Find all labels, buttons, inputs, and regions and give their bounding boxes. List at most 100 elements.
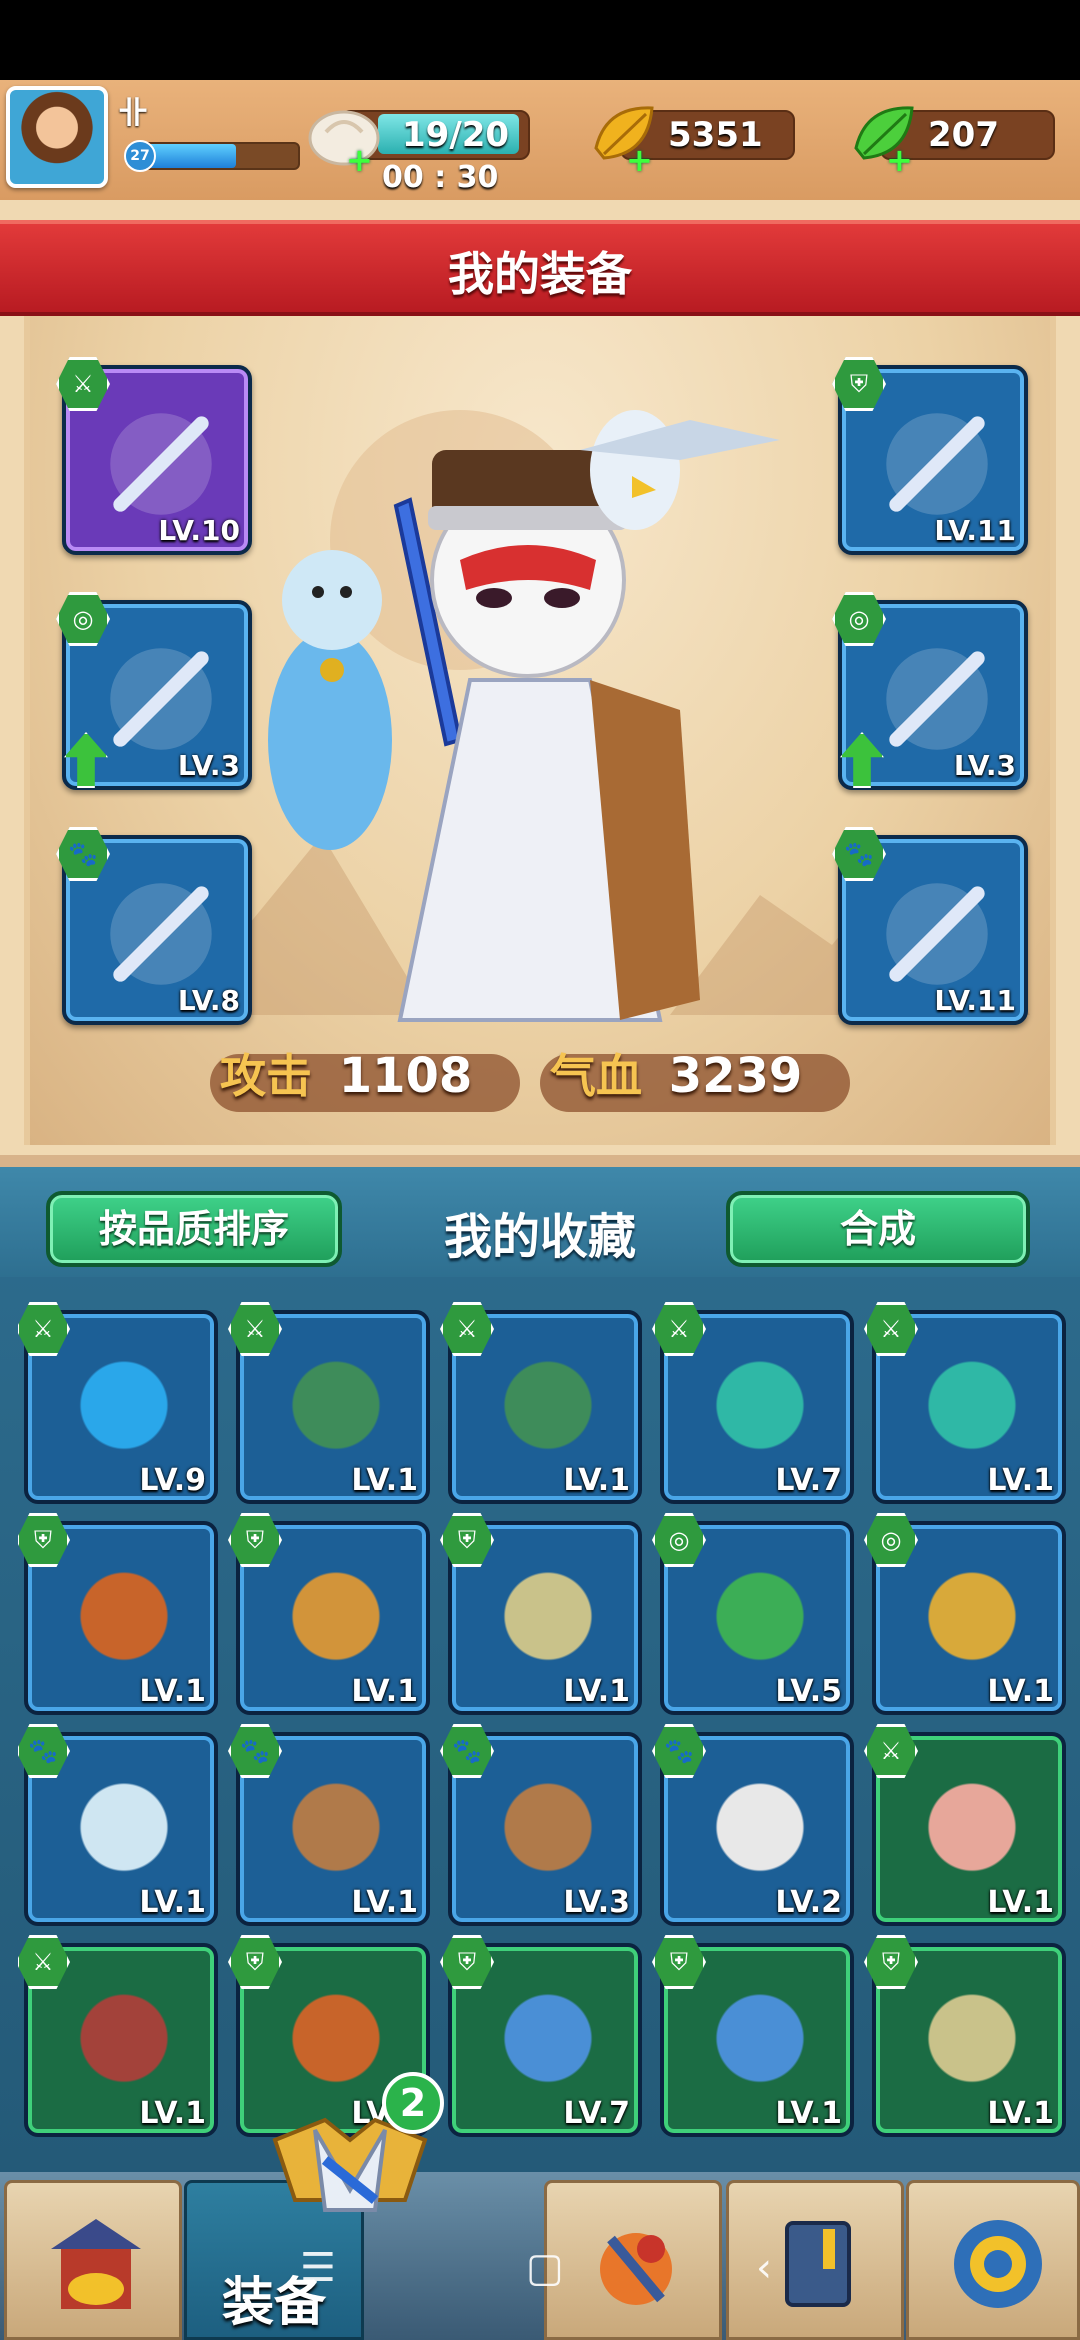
add-jade-icon[interactable]: +: [886, 144, 914, 176]
item-level: LV.1: [351, 1885, 418, 1920]
collection-grid[interactable]: ⚔ LV.9 ⚔ LV.1 ⚔ LV.1 ⚔ LV.7 ⚔ LV.1 ⛨ LV.1 ⛨ LV.1 ⛨ LV.1…: [18, 1302, 1068, 2162]
collection-item[interactable]: ⚔ LV.9: [18, 1302, 218, 1504]
collection-item[interactable]: ⚔ LV.1: [864, 1302, 1066, 1504]
orange-robe-icon: [56, 1555, 192, 1691]
merge-button[interactable]: 合成: [726, 1191, 1030, 1267]
collection-item[interactable]: ◎ LV.1: [864, 1513, 1066, 1715]
green-bow-icon: [268, 1344, 404, 1480]
collection-header: 按品质排序 我的收藏 合成: [0, 1167, 1080, 1277]
shop-icon: [51, 2219, 141, 2309]
add-gold-icon[interactable]: +: [626, 144, 654, 176]
add-stamina-icon[interactable]: +: [346, 144, 374, 176]
armor-icon: [268, 1555, 404, 1691]
green-bow-icon: [480, 1344, 616, 1480]
item-level: LV.1: [987, 2096, 1054, 2131]
item-level: LV.1: [351, 1463, 418, 1498]
player-name: 卝: [118, 96, 148, 131]
equipment-slot-accessory[interactable]: ◎ LV.3: [832, 592, 1028, 790]
green-robe-icon: [480, 1555, 616, 1691]
collection-item[interactable]: ⛨ LV.7: [440, 1935, 642, 2137]
collection-item[interactable]: ⛨LV.1: [652, 1935, 854, 2137]
hp-label: 气血: [550, 1049, 642, 1103]
item-level: LV.7: [563, 2096, 630, 2131]
resource-bar: 卝 27 + 19/20 00 : 30 + 5351 + 207: [0, 80, 1080, 200]
collection-item[interactable]: ⛨LV.1: [18, 1513, 218, 1715]
equipment-banner: 我的装备: [0, 220, 1080, 316]
equipment-slot-pet[interactable]: 🐾 LV.11: [832, 827, 1028, 1025]
status-bar: [0, 0, 1080, 80]
system-menu-icon[interactable]: ☰: [300, 2245, 336, 2291]
item-level: LV.1: [563, 1674, 630, 1709]
item-level: LV.1: [139, 1674, 206, 1709]
battle-icon: [600, 2233, 672, 2305]
stamina-counter[interactable]: + 19/20: [308, 110, 530, 176]
teal-dagger-icon: [692, 1344, 828, 1480]
hp-stat: 气血 3239: [540, 1040, 850, 1120]
item-level: LV.1: [351, 1674, 418, 1709]
jade-counter[interactable]: + 207: [854, 106, 1055, 176]
attack-label: 攻击: [220, 1049, 312, 1103]
collection-item[interactable]: ⛨LV.1: [440, 1513, 642, 1715]
equipment-slot-armor[interactable]: ⛨ LV.11: [832, 357, 1028, 555]
green-pendant-icon: [692, 1555, 828, 1691]
item-level: LV.3: [563, 1885, 630, 1920]
item-level: LV.1: [987, 1674, 1054, 1709]
nav-tab-book[interactable]: [726, 2180, 904, 2340]
equipment-notification-badge: 2: [382, 2072, 444, 2134]
collection-item[interactable]: ⚔ LV.1: [228, 1302, 430, 1504]
monkey-pet-icon: [268, 1766, 404, 1902]
collection-item[interactable]: ◎ LV.5: [652, 1513, 854, 1715]
item-level: LV.1: [139, 2096, 206, 2131]
green-robe-icon: [904, 1977, 1040, 2113]
hero-character[interactable]: [260, 380, 780, 1040]
xp-bar-fill: [142, 144, 236, 168]
equipment-title: 我的装备: [448, 247, 632, 301]
item-level: LV.1: [563, 1463, 630, 1498]
equipment-slot-weapon[interactable]: ⚔ LV.10: [56, 357, 252, 555]
sort-by-quality-button[interactable]: 按品质排序: [46, 1191, 342, 1267]
blue-armor-icon: [480, 1977, 616, 2113]
item-level: LV.7: [775, 1463, 842, 1498]
collection-item[interactable]: ⚔ LV.7: [652, 1302, 854, 1504]
slot-level: LV.11: [934, 984, 1016, 1017]
collection-item[interactable]: ⛨LV.1: [228, 1513, 430, 1715]
collection-panel: 按品质排序 我的收藏 合成 ⚔ LV.9 ⚔ LV.1 ⚔ LV.1 ⚔ LV.7 ⚔ LV.1 ⛨…: [0, 1167, 1080, 2172]
teal-dagger-icon: [904, 1344, 1040, 1480]
item-level: LV.1: [139, 1885, 206, 1920]
collection-item[interactable]: 🐾 LV.3: [440, 1724, 642, 1926]
collection-item[interactable]: ⚔ LV.1: [864, 1724, 1066, 1926]
book-icon: [785, 2221, 851, 2307]
panda-pet-icon: [692, 1766, 828, 1902]
nav-tab-shop[interactable]: [4, 2180, 182, 2340]
equipment-slot-accessory[interactable]: ◎ LV.3: [56, 592, 252, 790]
equipment-slot-pet[interactable]: 🐾 LV.8: [56, 827, 252, 1025]
collection-item[interactable]: 🐾 LV.1: [228, 1724, 430, 1926]
collection-item[interactable]: ⚔ LV.1: [440, 1302, 642, 1504]
system-back-icon[interactable]: ‹: [756, 2245, 772, 2291]
nav-tab-battle[interactable]: [544, 2180, 722, 2340]
collection-item[interactable]: 🐾 LV.2: [652, 1724, 854, 1926]
item-level: LV.1: [987, 1463, 1054, 1498]
item-level: LV.5: [775, 1674, 842, 1709]
collection-item[interactable]: 🐾 LV.1: [18, 1724, 218, 1926]
gold-counter[interactable]: + 5351: [594, 106, 795, 176]
nav-tab-settings[interactable]: [906, 2180, 1080, 2340]
settings-gear-icon: [954, 2220, 1042, 2308]
jade-value: 207: [928, 115, 999, 155]
attack-stat: 攻击 1108: [210, 1040, 520, 1120]
ferret-pet-icon: [56, 1766, 192, 1902]
attack-value: 1108: [338, 1048, 473, 1104]
section-divider: [0, 1155, 1080, 1167]
item-level: LV.2: [775, 1885, 842, 1920]
collection-item[interactable]: ⛨LV.1: [864, 1935, 1066, 2137]
blue-fan-icon: [56, 1344, 192, 1480]
xp-bar: [140, 142, 300, 170]
slot-level: LV.3: [177, 749, 240, 782]
item-level: LV.1: [987, 1885, 1054, 1920]
avatar[interactable]: [6, 86, 108, 188]
red-crossbow-icon: [56, 1977, 192, 2113]
item-level: LV.9: [139, 1463, 206, 1498]
collection-item[interactable]: ⚔ LV.1: [18, 1935, 218, 2137]
stamina-timer: 00 : 30: [382, 160, 499, 195]
system-home-icon[interactable]: ▢: [526, 2245, 564, 2291]
